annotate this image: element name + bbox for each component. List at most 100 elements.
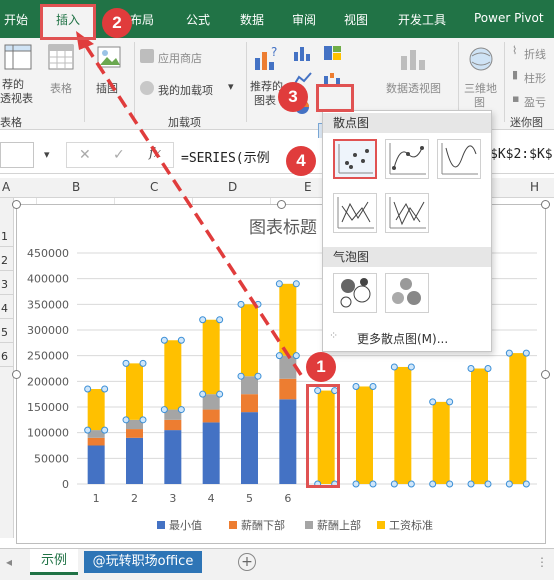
series-selection-handle: [522, 480, 530, 488]
bar-segment: [164, 340, 182, 410]
row-header-3[interactable]: 3: [0, 274, 14, 295]
name-box[interactable]: [0, 142, 34, 168]
series-selection-handle: [292, 280, 300, 288]
y-tick-label: 400000: [27, 273, 69, 286]
globe-icon: [469, 47, 493, 71]
app-store-button[interactable]: 应用商店: [138, 48, 238, 68]
x-tick-label: 4: [208, 492, 215, 505]
series-selection-handle: [216, 390, 224, 398]
highlight-insert-tab: [40, 4, 96, 40]
tab-formulas[interactable]: 公式: [186, 11, 210, 28]
name-box-dropdown-icon[interactable]: ▾: [44, 148, 50, 161]
legend-label: 最小值: [169, 519, 202, 532]
row-header-2[interactable]: 2: [0, 250, 14, 271]
series-selection-handle: [407, 480, 415, 488]
column-header-b[interactable]: B: [72, 180, 80, 194]
recommended-chart-icon: ?: [255, 45, 277, 70]
series-selection-handle: [275, 280, 283, 288]
bar-segment: [279, 283, 297, 356]
series-selection-handle: [429, 480, 437, 488]
illustrations-button[interactable]: 插图: [92, 42, 128, 106]
row-header-4[interactable]: 4: [0, 298, 14, 319]
highlight-selected-series: [306, 384, 340, 488]
series-selection-handle: [407, 363, 415, 371]
step-badge-2: 2: [102, 8, 132, 38]
chart-resize-handle[interactable]: [12, 370, 21, 379]
hierarchy-chart-button[interactable]: [322, 44, 344, 64]
legend-label: 薪酬下部: [241, 518, 285, 532]
chart-resize-handle[interactable]: [277, 200, 286, 209]
sparkline-column-button[interactable]: ▮ 柱形: [510, 68, 554, 88]
legend-swatch: [377, 521, 385, 529]
column-header-e[interactable]: E: [304, 180, 312, 194]
scatter-straight-lines-icon: [389, 197, 426, 229]
map-3d-button[interactable]: 三维地 图: [462, 42, 502, 109]
hierarchy-chart-icon: [324, 46, 341, 60]
bubble-3d-option[interactable]: [385, 273, 429, 313]
series-selection-handle: [352, 382, 360, 390]
sparkline-column-label: 柱形: [524, 72, 546, 85]
insert-function-icon[interactable]: fx: [149, 146, 161, 161]
bar-segment: [279, 399, 297, 484]
column-chart-icon: [294, 47, 310, 61]
sparkline-winloss-label: 盈亏: [524, 96, 546, 109]
add-sheet-icon[interactable]: +: [238, 553, 256, 571]
recommended-pivot-button[interactable]: 荐的 透视表: [0, 42, 40, 106]
sheet-options-icon[interactable]: ⋮: [536, 555, 548, 569]
bubble-icon: [340, 278, 371, 308]
scatter-smooth-markers-option[interactable]: [385, 139, 429, 179]
scatter-straight-markers-option[interactable]: [333, 193, 377, 233]
column-chart-button[interactable]: [292, 44, 314, 64]
my-addins-button[interactable]: 我的加载项 ▾: [138, 80, 248, 100]
sparkline-line-button[interactable]: ⌇ 折线: [510, 44, 554, 64]
scroll-left-icon[interactable]: ◂: [6, 555, 12, 569]
series-selection-handle: [101, 385, 109, 393]
tab-page-layout[interactable]: 布局: [130, 11, 154, 28]
column-header-a[interactable]: A: [2, 180, 10, 194]
more-scatter-option[interactable]: ⁘ 更多散点图(M)...: [323, 325, 491, 349]
formula-input[interactable]: =SERIES(示例: [181, 147, 270, 166]
chart-resize-handle[interactable]: [541, 370, 550, 379]
tab-power-pivot[interactable]: Power Pivot: [474, 11, 544, 25]
y-tick-label: 100000: [27, 427, 69, 440]
tab-data[interactable]: 数据: [240, 11, 264, 28]
group-sparklines-label: 迷你图: [510, 116, 543, 129]
sheet-tab-bar: ◂ 示例 @玩转职场office + ⋮: [0, 548, 554, 580]
bar-segment: [241, 304, 258, 377]
chart-title[interactable]: 图表标题: [249, 218, 317, 238]
confirm-icon[interactable]: ✓: [113, 147, 125, 163]
sheet-tab-second[interactable]: @玩转职场office: [84, 551, 202, 573]
series-selection-handle: [467, 365, 475, 372]
column-header-h[interactable]: H: [530, 180, 539, 194]
tab-view[interactable]: 视图: [344, 11, 368, 28]
column-header-d[interactable]: D: [228, 180, 237, 194]
sparkline-winloss-button[interactable]: ▪ 盈亏: [510, 92, 554, 112]
illustrations-label: 插图: [96, 82, 118, 95]
bubble-option[interactable]: [333, 273, 377, 313]
bar-segment: [279, 378, 297, 400]
column-header-c[interactable]: C: [150, 180, 158, 194]
sparkline-winloss-icon: ▪: [512, 92, 520, 105]
series-selection-handle: [390, 480, 398, 488]
chart-resize-handle[interactable]: [541, 200, 550, 209]
row-header-1[interactable]: 1: [0, 226, 14, 247]
pivot-chart-button[interactable]: 数据透视图: [384, 42, 456, 106]
bar-segment: [509, 353, 527, 484]
chart-resize-handle[interactable]: [12, 200, 21, 209]
tab-home[interactable]: 开始: [4, 11, 28, 28]
cancel-icon[interactable]: ✕: [79, 147, 91, 163]
tab-developer[interactable]: 开发工具: [398, 11, 446, 28]
bar-segment: [202, 319, 220, 395]
tab-review[interactable]: 审阅: [292, 11, 316, 28]
row-header-5[interactable]: 5: [0, 322, 14, 343]
scatter-straight-lines-option[interactable]: [385, 193, 429, 233]
sheet-tab-example[interactable]: 示例: [30, 549, 78, 575]
more-charts-icon: ⁘: [329, 329, 339, 342]
table-button[interactable]: 表格: [44, 42, 80, 106]
scatter-option[interactable]: [333, 139, 377, 179]
recommended-chart-label-2: 图表: [254, 94, 276, 107]
series-selection-handle: [177, 336, 185, 344]
scatter-smooth-lines-option[interactable]: [437, 139, 481, 179]
y-tick-label: 450000: [27, 247, 69, 260]
row-header-6[interactable]: 6: [0, 346, 14, 367]
